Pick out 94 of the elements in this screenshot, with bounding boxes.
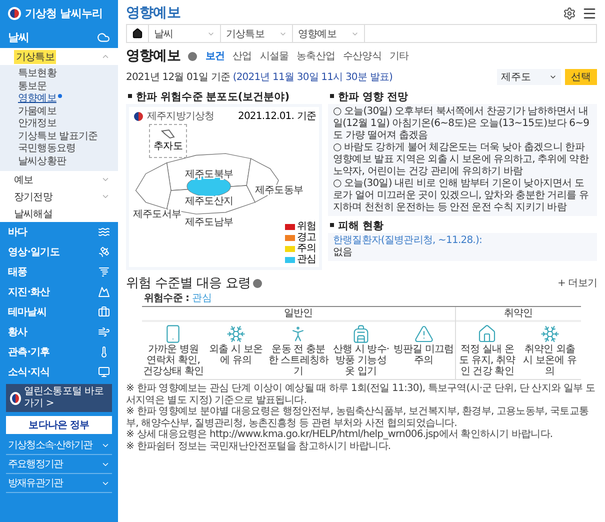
- select-button[interactable]: 선택: [565, 69, 597, 85]
- footnote: ※ 한파 영향예보 분야별 대응요령은 행정안전부, 농림축산식품부, 보건복지부, 환경부, 고용노동부, 국토교통부, 해양수산부, 질병관리청, 농촌진흥청 등 관련 부처와 사전 협의되었습니다.: [126, 406, 590, 429]
- settings-icon[interactable]: [563, 6, 576, 20]
- submenu-item[interactable]: 영향예보: [0, 93, 118, 106]
- help-icon[interactable]: [188, 52, 198, 60]
- home-icon: [132, 28, 143, 39]
- issued-text: (2021년 11월 30일 11시 30분 발표): [232, 72, 392, 83]
- category-tab[interactable]: 기타: [389, 49, 409, 63]
- category-tab[interactable]: 보건: [205, 49, 225, 63]
- legend-label: 주의: [296, 243, 316, 254]
- footnote: ※ 상세 대응요령은 http://www.kma.go.kr/HELP/html/help_wrn006.jsp에서 확인하시기 바랍니다.: [126, 429, 554, 440]
- submenu-item[interactable]: 국민행동요령: [0, 143, 118, 156]
- tornado-icon: [98, 266, 110, 278]
- damage-value: 없음: [333, 247, 354, 259]
- satellite-icon: [98, 246, 110, 258]
- islet-icon: [161, 129, 175, 139]
- region-label: 제주도서부: [133, 209, 181, 220]
- outlook-text: ○ 오늘(30일) 내린 비로 인해 밤부터 기온이 낮아지면서 도로가 얼어 미끄러운 곳이 있겠으니, 앞차와 충분한 거리를 유지하며 천천히 운전하는 등 안전 운전 수칙 지키기 바람: [333, 178, 590, 214]
- guide-caption: 빙판길 미끄럼 주의: [393, 344, 454, 366]
- menu-icon[interactable]: [582, 6, 597, 20]
- house-icon: [477, 324, 498, 344]
- snowflake-icon: [540, 324, 560, 344]
- region-label: 제주도남부: [185, 217, 233, 228]
- wind-icon: [98, 326, 110, 338]
- agency-dropdown[interactable]: 기상청소속·산하기관: [6, 436, 112, 455]
- monitor-icon: [98, 366, 110, 378]
- sidebar-menu-item[interactable]: 예보: [0, 171, 118, 188]
- region-select[interactable]: 제주도: [497, 69, 561, 85]
- legend-label: 관심: [296, 254, 316, 265]
- level-text: 위험수준 : 관심: [144, 293, 212, 304]
- footnote: ※ 한파쉼터 정보는 국민재난안전포털을 참고하시기 바랍니다.: [126, 440, 392, 452]
- category-tab[interactable]: 수산양식: [343, 49, 382, 63]
- map-date: 2021.12.01. 기준: [238, 110, 316, 123]
- panel-title: 한파 영향 전망: [328, 90, 597, 104]
- submenu-item[interactable]: 통보문: [0, 80, 118, 93]
- agency-name: 제주지방기상청: [132, 109, 214, 123]
- group-header: 취약인: [456, 307, 581, 322]
- legend-label: 위험: [296, 221, 316, 232]
- chevron-icon: [101, 52, 110, 61]
- sidebar-category[interactable]: 테마날씨: [0, 302, 118, 322]
- outlook-text: ○ 바람도 강하게 불어 체감온도는 더욱 낮아 춥겠으니 한파 영향예보 발표 지역은 외출 시 보온에 유의하고, 추위에 약한 노약자, 어린이는 건강 관리에 유의하기 바람: [333, 142, 590, 178]
- category-tab[interactable]: 산업: [232, 49, 252, 63]
- warning-icon: [414, 324, 434, 344]
- section-heading: 영향예보: [126, 47, 180, 65]
- agency-dropdown[interactable]: 주요행정기관: [6, 455, 112, 474]
- legend-label: 경고: [296, 232, 316, 243]
- help-icon[interactable]: [252, 278, 262, 288]
- sidebar-menu-item[interactable]: 장기전망: [0, 188, 118, 205]
- region-label: 제주도산지: [185, 196, 233, 207]
- chevron-icon: [549, 73, 557, 81]
- sidebar-category[interactable]: 소식·지식: [0, 362, 118, 382]
- group-header: 일반인: [142, 307, 455, 322]
- page-title: 영향예보: [126, 4, 180, 22]
- submenu-item[interactable]: 특보현황: [0, 68, 118, 80]
- date-text: 2021년 12월 01일 기준: [126, 72, 230, 83]
- sidebar-section[interactable]: 날씨: [0, 26, 118, 48]
- submenu-item[interactable]: 가뭄예보: [0, 106, 118, 118]
- panel-title: 한파 위험수준 분포도(보건분야): [126, 90, 322, 104]
- category-tab[interactable]: 농축산업: [296, 49, 336, 63]
- banner-link[interactable]: 열린소통포털 바로가기 >: [6, 384, 112, 412]
- briefcase-icon: [98, 306, 110, 318]
- guide-caption: 운동 전 충분한 스트레칭하기: [268, 344, 329, 377]
- sidebar-category[interactable]: 관측·기후: [0, 342, 118, 362]
- category-tab[interactable]: 시설물: [260, 49, 289, 63]
- guide-caption: 가까운 병원 연락처 확인, 건강상태 확인: [143, 344, 204, 377]
- inset-label: 추자도: [154, 140, 182, 153]
- sidebar-category[interactable]: 영상·일기도: [0, 242, 118, 262]
- snowflake-icon: [226, 324, 246, 344]
- banner-link[interactable]: 보다나은 정부: [6, 416, 112, 434]
- mountain-icon: [98, 286, 110, 298]
- panel-title: 피해 현황: [328, 219, 597, 233]
- footnote: ※ 한파 영향예보는 관심 단계 이상이 예상될 때 하루 1회(전일 11:30), 특보구역(시·군 단위, 단 산지와 일부 도서지역은 별도 지정) 기준으로 발표됩니다.: [126, 383, 596, 406]
- damage-link[interactable]: 한랭질환자(질병관리청, ~11.28.):: [333, 235, 482, 246]
- site-logo[interactable]: 기상청 날씨누리: [0, 0, 118, 26]
- agency-dropdown[interactable]: 방재유관기관: [6, 474, 112, 493]
- sidebar-category[interactable]: 바다: [0, 222, 118, 242]
- waves-icon: [98, 226, 110, 238]
- guide-caption: 적정 실내 온도 유지, 취약인 건강 확인: [458, 344, 516, 377]
- submenu-item[interactable]: 기상특보 발표기준: [0, 130, 118, 143]
- cloud-icon: [97, 30, 110, 44]
- region-label: 제주도북부: [185, 169, 233, 180]
- guide-caption: 산행 시 방수·방풍 기능성 옷 입기: [332, 344, 390, 377]
- outlook-text: ○ 오늘(30일) 오후부터 북서쪽에서 찬공기가 남하하면서 내일(12월 1일) 아침기온(6~8도)은 오늘(13~15도)보다 6~9도 가량 떨어져 춥겠음: [333, 106, 590, 142]
- guide-title: 위험 수준별 대응 요령: [126, 275, 251, 292]
- submenu-item[interactable]: 안개정보: [0, 118, 118, 130]
- sidebar-menu-item[interactable]: 날씨해설: [0, 205, 118, 222]
- guide-caption: 취약인 외출 시 보온에 유의: [522, 344, 578, 377]
- more-link[interactable]: + 더보기: [557, 276, 597, 290]
- sidebar-category[interactable]: 태풍: [0, 262, 118, 282]
- guide-caption: 외출 시 보온에 유의: [208, 344, 264, 366]
- sidebar-category[interactable]: 지진·화산: [0, 282, 118, 302]
- submenu-item[interactable]: 날씨상황판: [0, 156, 118, 168]
- sidebar-category[interactable]: 황사: [0, 322, 118, 342]
- sidebar-menu-item[interactable]: 기상특보: [0, 48, 118, 65]
